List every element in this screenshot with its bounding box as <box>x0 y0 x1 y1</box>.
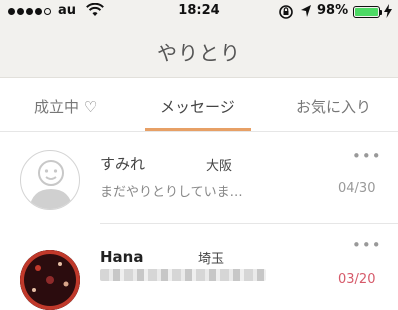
more-options-icon[interactable]: ••• <box>352 236 382 254</box>
status-bar: au 18:24 98% <box>0 0 398 24</box>
contact-prefecture: 大阪 <box>206 159 233 174</box>
last-message: まだやりとりしていま… <box>100 185 243 200</box>
conversation-row[interactable]: Hana 埼玉 ••• 03/20 <box>0 224 398 310</box>
active-tab-indicator <box>145 128 251 131</box>
tab-matched[interactable]: 成立中 ♡ <box>34 96 97 117</box>
blurred-message-preview <box>100 269 266 281</box>
contact-prefecture: 埼玉 <box>198 252 225 267</box>
contact-name: すみれ <box>100 155 146 173</box>
message-date: 03/20 <box>338 272 376 287</box>
conversation-row[interactable]: すみれ 大阪 まだやりとりしていま… ••• 04/30 <box>0 133 398 223</box>
location-arrow-icon <box>300 4 312 22</box>
nav-header: やりとり <box>0 24 398 78</box>
charging-bolt-icon <box>384 4 392 22</box>
message-date: 04/30 <box>338 181 376 196</box>
contact-name: Hana <box>100 248 144 266</box>
battery-icon <box>353 6 382 18</box>
photo-avatar[interactable] <box>20 250 80 310</box>
tab-bar: 成立中 ♡ メッセージ お気に入り <box>0 78 398 132</box>
orientation-lock-icon <box>278 4 294 24</box>
tab-favorites[interactable]: お気に入り <box>296 96 371 117</box>
more-options-icon[interactable]: ••• <box>352 147 382 165</box>
page-title: やりとり <box>157 41 241 65</box>
tab-messages[interactable]: メッセージ <box>160 96 235 117</box>
battery-percentage: 98% <box>317 3 349 18</box>
default-avatar-icon[interactable] <box>20 150 80 210</box>
